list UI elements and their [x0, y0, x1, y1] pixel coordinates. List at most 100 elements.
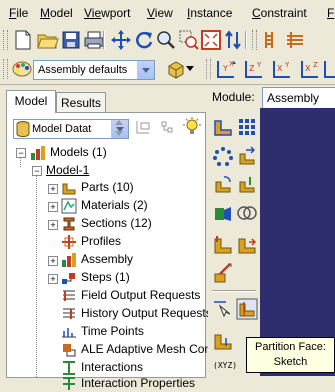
materials-icon [61, 198, 77, 214]
tab-results[interactable]: Results [56, 92, 106, 113]
auto-fit-icon[interactable] [200, 29, 222, 51]
view-top-icon[interactable]: XY [271, 58, 293, 80]
color-palette-icon[interactable] [11, 58, 33, 80]
position-constraint-icon[interactable] [212, 234, 234, 256]
toolbar-grip[interactable] [206, 59, 211, 79]
svg-text:Z: Z [249, 64, 255, 73]
feature-manager-icon[interactable] [212, 262, 234, 284]
view-front-icon[interactable]: YX [215, 58, 237, 80]
tree-item-sections[interactable]: Sections (12) [81, 215, 152, 232]
tree-item-materials[interactable]: Materials (2) [81, 197, 148, 214]
tree-expander-sections[interactable]: + [48, 220, 58, 230]
tree-expander-assembly[interactable]: + [48, 256, 58, 266]
tree-expander-models[interactable]: − [16, 148, 26, 158]
render-dropdown-icon[interactable] [185, 62, 195, 76]
toolbox-separator [212, 290, 256, 292]
tooltip-line-1: Partition Face: [255, 341, 326, 353]
toolbar-grip[interactable] [3, 30, 8, 50]
tree-expander-parts[interactable]: + [48, 184, 58, 194]
radial-pattern-icon[interactable] [212, 146, 234, 168]
tree-expander-materials[interactable]: + [48, 202, 58, 212]
print-icon[interactable] [83, 29, 105, 51]
pan-icon[interactable] [110, 29, 132, 51]
tree-item-field-output-requests[interactable]: Field Output Requests [81, 287, 200, 304]
rotate-icon[interactable] [133, 29, 155, 51]
collapse-tree-icon[interactable] [159, 119, 175, 137]
tooltip: Partition Face: Sketch [246, 337, 335, 373]
menu-instance[interactable]: Instance [187, 6, 232, 20]
toolbar-grip[interactable] [252, 30, 257, 50]
module-label: Module: [212, 90, 255, 104]
save-icon[interactable] [60, 29, 82, 51]
menu-f[interactable]: F [327, 6, 334, 20]
toolbar-grip[interactable] [3, 59, 8, 79]
tab-model-label: Model [14, 94, 48, 108]
tree-item-assembly[interactable]: Assembly [81, 251, 133, 268]
module-value: Assembly [267, 91, 320, 105]
menu-file[interactable]: File [9, 6, 28, 20]
chevron-down-icon[interactable] [137, 61, 154, 79]
tree-item-parts[interactable]: Parts (10) [81, 179, 134, 196]
new-file-icon[interactable] [12, 29, 34, 51]
datum-point-icon[interactable] [212, 298, 234, 320]
lightbulb-icon[interactable] [183, 117, 201, 137]
tree-item-profiles[interactable]: Profiles [81, 233, 121, 250]
render-style-select[interactable]: Assembly defaults [33, 60, 155, 80]
parallel-face-icon[interactable] [236, 234, 258, 256]
ale-mesh-icon [63, 344, 76, 357]
toolbar-separator [103, 31, 105, 49]
menu-constraint[interactable]: Constraint [252, 6, 307, 20]
tree-item-models[interactable]: Models (1) [50, 144, 107, 161]
tree-item-model-1[interactable]: Model-1 [46, 162, 89, 179]
translate-to-icon[interactable] [236, 174, 258, 196]
tree-item-interactions[interactable]: Interactions [81, 359, 143, 376]
translate-instance-icon[interactable] [236, 146, 258, 168]
view-bottom-icon[interactable]: XZ [299, 58, 321, 80]
graphics-viewport[interactable] [260, 108, 335, 376]
view-back-icon[interactable]: ZY [243, 58, 265, 80]
sections-icon [63, 217, 75, 231]
cycle-views-icon[interactable] [222, 29, 244, 51]
instance-part-icon[interactable] [212, 116, 234, 138]
coordinate-icon[interactable]: (XYZ) [213, 361, 237, 370]
view-left-icon[interactable] [322, 58, 335, 80]
profiles-icon [62, 235, 76, 249]
menu-view[interactable]: View [147, 6, 173, 20]
stack-icon[interactable] [284, 29, 306, 51]
partition-cell-icon[interactable] [212, 330, 234, 352]
tree-item-history-output-requests[interactable]: History Output Requests [81, 305, 212, 322]
box-zoom-icon[interactable] [178, 29, 200, 51]
interactions-icon [63, 361, 75, 375]
svg-text:X: X [305, 64, 311, 73]
partition-face-sketch-icon[interactable] [236, 298, 258, 320]
field-output-icon [63, 290, 75, 301]
menu-model[interactable]: Model [40, 6, 73, 20]
secondary-toolbar: Assembly defaults YX ZY XY XZ [0, 54, 335, 84]
svg-text:X: X [229, 60, 234, 68]
toolbar-separator [245, 31, 247, 49]
magnify-icon[interactable] [155, 29, 177, 51]
main-toolbar [0, 26, 335, 54]
open-folder-icon[interactable] [37, 29, 59, 51]
tree-expander-steps[interactable]: + [48, 274, 58, 284]
tab-model[interactable]: Model [6, 90, 56, 113]
module-select[interactable]: Assembly [262, 87, 335, 109]
tree-item-steps[interactable]: Steps (1) [81, 269, 130, 286]
rotate-instance-icon[interactable] [212, 174, 234, 196]
boolean-icon[interactable] [236, 202, 258, 224]
tree-item-ale-adaptive-mesh[interactable]: ALE Adaptive Mesh Const [81, 341, 220, 358]
parts-icon [62, 183, 76, 195]
model-database-select[interactable]: Model Datat [13, 119, 129, 139]
render-cube-icon[interactable] [165, 58, 187, 80]
sort-arrows-icon[interactable] [113, 119, 125, 137]
tree-item-time-points[interactable]: Time Points [81, 323, 144, 340]
tree-item-interaction-properties[interactable]: Interaction Properties [81, 375, 195, 392]
expand-tree-icon[interactable] [135, 119, 151, 137]
linear-pattern-icon[interactable] [236, 116, 258, 138]
menu-viewport[interactable]: Viewport [84, 6, 130, 20]
svg-text:Z: Z [313, 61, 318, 69]
merge-cut-icon[interactable] [212, 202, 234, 224]
assembly-icon [62, 253, 76, 267]
tree-expander-model-1[interactable]: − [32, 166, 42, 176]
layers-icon[interactable] [262, 29, 284, 51]
